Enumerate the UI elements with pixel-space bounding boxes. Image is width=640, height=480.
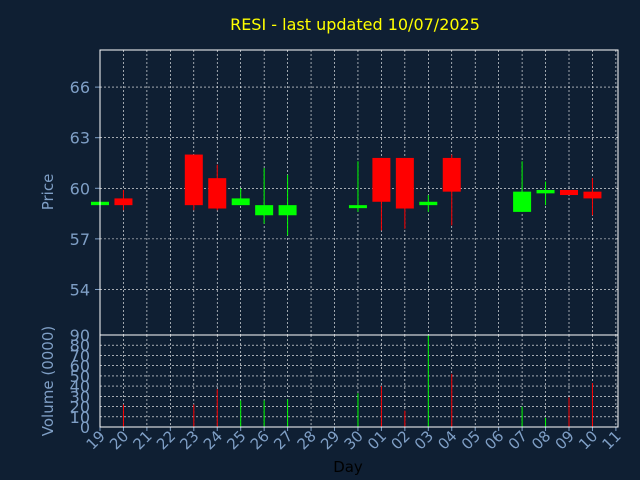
candle-08 xyxy=(536,181,555,206)
x-tick-label: 26 xyxy=(247,427,273,453)
volume-panel-grid xyxy=(100,335,618,427)
candle-body xyxy=(536,189,555,194)
x-axis-ticks: 1920212223242526272829300102030405060708… xyxy=(83,427,625,453)
candlestick-chart: RESI - last updated 10/07/2025 54 57 60 63 6… xyxy=(0,0,640,480)
candle-10 xyxy=(583,178,602,216)
volume-axis-label: Volume (0000) xyxy=(39,326,57,436)
x-tick-label: 05 xyxy=(458,427,484,453)
candle-body xyxy=(372,157,391,202)
x-tick-label: 27 xyxy=(270,427,296,453)
candle-27 xyxy=(278,174,297,236)
x-tick-label: 29 xyxy=(317,427,343,453)
price-tick-label: 60 xyxy=(70,179,90,198)
candle-body xyxy=(583,191,602,199)
x-tick-label: 02 xyxy=(387,427,413,453)
x-tick-label: 11 xyxy=(598,427,624,453)
price-axis-ticks: 54 57 60 63 66 xyxy=(70,78,100,299)
x-tick-label: 04 xyxy=(434,427,460,453)
x-tick-label: 30 xyxy=(341,427,367,453)
candle-body xyxy=(513,191,532,212)
x-tick-label: 10 xyxy=(575,427,601,453)
x-tick-label: 20 xyxy=(106,427,132,453)
price-axis-label: Price xyxy=(39,174,57,211)
candle-body xyxy=(231,198,250,206)
price-tick-label: 54 xyxy=(70,280,90,299)
candle-body xyxy=(208,178,227,209)
candle-25 xyxy=(231,188,250,206)
candle-03 xyxy=(419,195,438,212)
price-tick-label: 66 xyxy=(70,78,90,97)
x-tick-label: 23 xyxy=(176,427,202,453)
price-tick-label: 63 xyxy=(70,129,90,148)
candle-20 xyxy=(114,189,133,211)
x-tick-label: 25 xyxy=(223,427,249,453)
x-tick-label: 09 xyxy=(552,427,578,453)
x-tick-label: 06 xyxy=(481,427,507,453)
x-axis-label: Day xyxy=(333,458,363,476)
x-tick-label: 21 xyxy=(129,427,155,453)
x-tick-label: 22 xyxy=(153,427,179,453)
candle-01 xyxy=(372,157,391,231)
candle-body xyxy=(114,198,133,206)
candle-body xyxy=(395,157,414,209)
candle-body xyxy=(419,201,438,206)
chart-canvas: RESI - last updated 10/07/2025 54 57 60 63 6… xyxy=(39,15,625,476)
candle-07 xyxy=(513,161,532,212)
x-tick-label: 07 xyxy=(505,427,531,453)
chart-title: RESI - last updated 10/07/2025 xyxy=(230,15,480,34)
candle-23 xyxy=(184,154,203,211)
candle-26 xyxy=(255,168,274,224)
candle-body xyxy=(560,189,578,196)
candle-24 xyxy=(208,164,227,211)
volume-tick-label: 90 xyxy=(70,326,90,345)
candle-body xyxy=(348,205,367,209)
x-tick-label: 24 xyxy=(200,427,226,453)
volume-panel-frame xyxy=(99,334,619,428)
candle-body xyxy=(442,157,461,192)
price-candles xyxy=(91,154,602,236)
candle-02 xyxy=(395,157,414,229)
candle-04 xyxy=(442,154,461,226)
x-tick-label: 28 xyxy=(294,427,320,453)
price-tick-label: 57 xyxy=(70,230,90,249)
candle-body xyxy=(278,205,297,216)
candle-body xyxy=(255,205,274,216)
x-tick-label: 03 xyxy=(411,427,437,453)
volume-axis-ticks: 0102030405060708090 xyxy=(70,326,90,437)
x-tick-label: 01 xyxy=(364,427,390,453)
candle-30 xyxy=(348,161,367,212)
x-tick-label: 08 xyxy=(528,427,554,453)
candle-09 xyxy=(560,189,578,196)
candle-body xyxy=(184,154,203,206)
